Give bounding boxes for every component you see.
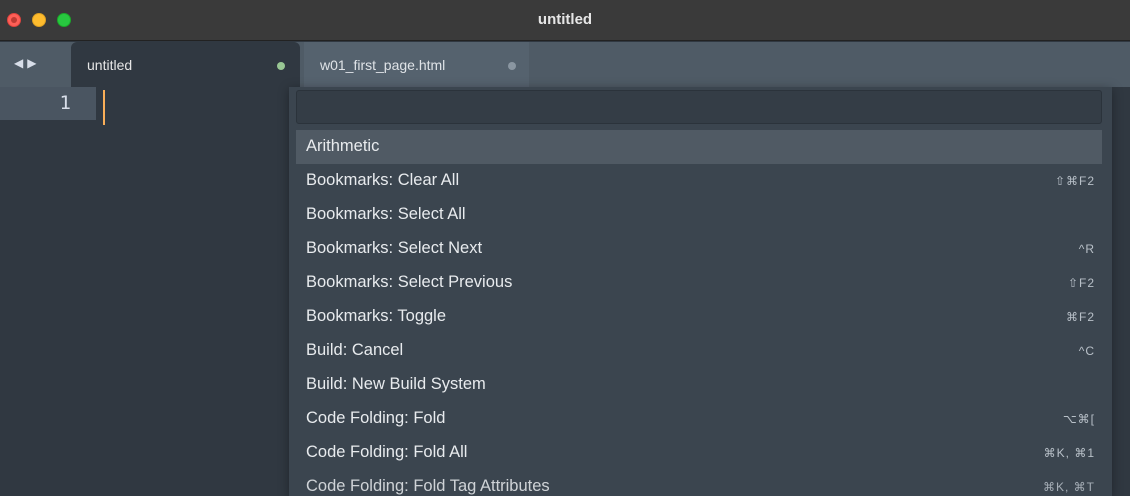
tab-label: w01_first_page.html: [320, 57, 446, 73]
command-label: Bookmarks: Clear All: [306, 171, 460, 189]
command-list: Arithmetic Bookmarks: Clear All ⇧⌘F2 Boo…: [296, 130, 1102, 496]
unsaved-indicator-icon[interactable]: [277, 62, 285, 70]
command-label: Code Folding: Fold: [306, 409, 446, 427]
tab-untitled[interactable]: untitled: [71, 42, 300, 87]
window-titlebar: untitled: [0, 0, 1130, 41]
command-label: Bookmarks: Select Next: [306, 239, 483, 257]
tab-label: untitled: [87, 57, 133, 73]
command-item-bookmarks-select-all[interactable]: Bookmarks: Select All: [296, 198, 1102, 232]
tab-w01-first-page[interactable]: w01_first_page.html: [304, 42, 529, 87]
command-item-build-cancel[interactable]: Build: Cancel ^C: [296, 334, 1102, 368]
command-shortcut: ⌘K, ⌘T: [1042, 480, 1095, 494]
command-item-bookmarks-select-previous[interactable]: Bookmarks: Select Previous ⇧F2: [296, 266, 1102, 300]
command-palette: Arithmetic Bookmarks: Clear All ⇧⌘F2 Boo…: [289, 87, 1112, 496]
command-shortcut: ⌘F2: [1065, 310, 1095, 324]
command-item-bookmarks-select-next[interactable]: Bookmarks: Select Next ^R: [296, 232, 1102, 266]
command-item-code-folding-fold-all[interactable]: Code Folding: Fold All ⌘K, ⌘1: [296, 436, 1102, 470]
command-item-bookmarks-toggle[interactable]: Bookmarks: Toggle ⌘F2: [296, 300, 1102, 334]
text-cursor: [103, 90, 105, 125]
command-label: Arithmetic: [306, 137, 380, 155]
command-item-code-folding-fold[interactable]: Code Folding: Fold ⌥⌘[: [296, 402, 1102, 436]
tab-navigation-arrows[interactable]: ◀▶: [14, 56, 40, 70]
command-label: Code Folding: Fold All: [306, 443, 468, 461]
command-shortcut: ⇧⌘F2: [1054, 174, 1095, 188]
command-item-code-folding-fold-tag-attributes[interactable]: Code Folding: Fold Tag Attributes ⌘K, ⌘T: [296, 470, 1102, 496]
command-shortcut: ^C: [1078, 344, 1095, 358]
command-item-build-new-build-system[interactable]: Build: New Build System: [296, 368, 1102, 402]
window-title: untitled: [537, 11, 593, 28]
close-tab-icon[interactable]: [508, 62, 516, 70]
command-shortcut: ⌘K, ⌘1: [1043, 446, 1095, 460]
command-shortcut: ⇧F2: [1067, 276, 1095, 290]
command-label: Build: Cancel: [306, 341, 404, 359]
tab-bar: ◀▶ untitled w01_first_page.html: [0, 42, 1130, 87]
command-item-arithmetic[interactable]: Arithmetic: [296, 130, 1102, 164]
command-item-bookmarks-clear-all[interactable]: Bookmarks: Clear All ⇧⌘F2: [296, 164, 1102, 198]
command-label: Bookmarks: Toggle: [306, 307, 447, 325]
command-palette-input[interactable]: [296, 90, 1102, 124]
command-label: Build: New Build System: [306, 375, 486, 393]
command-label: Code Folding: Fold Tag Attributes: [306, 477, 550, 495]
command-label: Bookmarks: Select Previous: [306, 273, 513, 291]
tab-navigation-arrows-icon[interactable]: ◀▶: [14, 56, 40, 70]
line-number: 1: [0, 87, 96, 120]
command-label: Bookmarks: Select All: [306, 205, 466, 223]
command-shortcut: ^R: [1078, 242, 1095, 256]
command-shortcut: ⌥⌘[: [1062, 412, 1095, 426]
